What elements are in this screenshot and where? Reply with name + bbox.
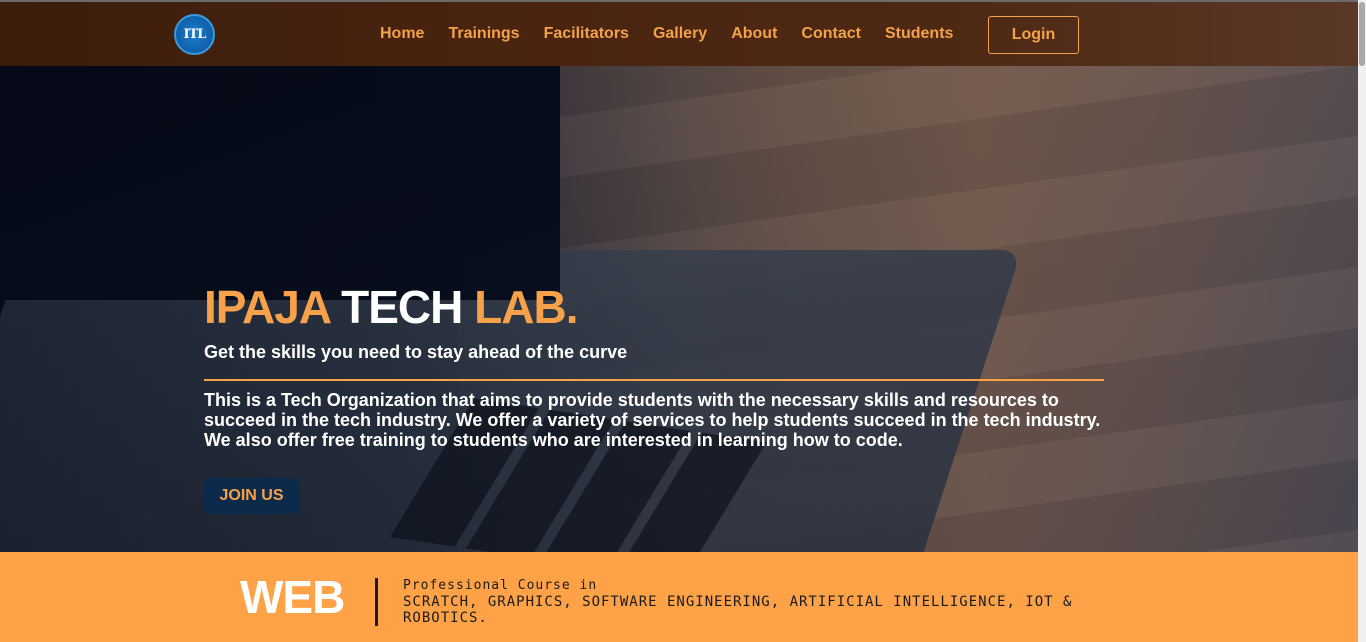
join-us-button[interactable]: JOIN US (204, 478, 299, 514)
banner-divider (375, 578, 378, 626)
course-banner: WEB Professional Course in SCRATCH, GRAP… (0, 552, 1358, 642)
nav-link-about[interactable]: About (731, 25, 777, 43)
hero-overlay (0, 0, 1358, 552)
banner-course-list: SCRATCH, GRAPHICS, SOFTWARE ENGINEERING,… (403, 594, 1073, 626)
banner-small-text: Professional Course in (403, 578, 598, 593)
logo-text: ITL (183, 27, 207, 42)
nav-link-trainings[interactable]: Trainings (448, 25, 519, 43)
banner-word: WEB (240, 571, 345, 623)
nav-link-facilitators[interactable]: Facilitators (544, 25, 629, 43)
login-button[interactable]: Login (988, 16, 1079, 54)
hero-title-tech: TECH (341, 281, 463, 333)
hero-title: IPAJA TECH LAB. (204, 280, 579, 334)
nav-links: Home Trainings Facilitators Gallery Abou… (380, 25, 977, 43)
hero-subtitle: Get the skills you need to stay ahead of… (204, 342, 628, 362)
hero-title-ipaja: IPAJA (204, 281, 330, 333)
nav-link-students[interactable]: Students (885, 25, 953, 43)
hero-section: IPAJA TECH LAB. Get the skills you need … (0, 0, 1358, 552)
scrollbar-thumb[interactable] (1359, 2, 1365, 66)
nav-link-home[interactable]: Home (380, 25, 424, 43)
nav-link-contact[interactable]: Contact (801, 25, 861, 43)
hero-description-paragraph-1: This is a Tech Organization that aims to… (204, 390, 1101, 430)
top-navbar: ITL Home Trainings Facilitators Gallery … (0, 0, 1358, 66)
logo-icon[interactable]: ITL (174, 14, 215, 55)
nav-link-gallery[interactable]: Gallery (653, 25, 707, 43)
hero-description: This is a Tech Organization that aims to… (204, 390, 1104, 450)
hero-title-lab: LAB. (474, 281, 578, 333)
page-scrollbar[interactable] (1358, 0, 1366, 642)
hero-description-paragraph-2: We also offer free training to students … (204, 430, 903, 450)
hero-divider (204, 379, 1104, 381)
